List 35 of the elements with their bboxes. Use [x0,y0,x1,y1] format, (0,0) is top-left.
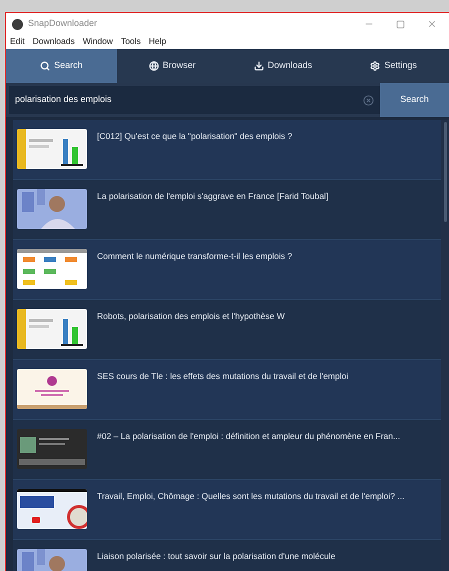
result-title: Comment le numérique transforme-t-il les emplois ? [97,250,292,263]
menu-item[interactable]: Window [82,35,113,48]
app-logo-icon [12,18,23,30]
search-icon [40,61,50,71]
search-field[interactable]: polarisation des emplois [9,86,380,114]
menu-item[interactable]: Edit [10,35,25,48]
scrollbar-thumb[interactable] [444,122,446,222]
result-title: Robots, polarisation des emplois et l'hypothèse W [97,310,285,323]
menu-item[interactable]: Help [148,35,166,48]
result-title: #02 – La polarisation de l'emploi : définition et ampleur du phénomène en Fran... [97,430,400,443]
result-row[interactable]: Liaison polarisée : tout savoir sur la polarisation d'une molécule [13,540,441,571]
menu-item[interactable]: Downloads [32,35,75,48]
window-title: SnapDownloader [28,17,98,30]
result-row[interactable]: Robots, polarisation des emplois et l'hypothèse W [13,300,441,360]
result-row[interactable]: La polarisation de l'emploi s'aggrave en France [Farid Toubal] [13,180,441,240]
close-icon[interactable] [427,19,437,29]
menu-item[interactable]: Tools [120,35,141,48]
settings-icon [370,61,380,71]
result-row[interactable]: [C012] Qu'est ce que la "polarisation" des emplois ? [13,120,441,180]
result-row[interactable]: #02 – La polarisation de l'emploi : définition et ampleur du phénomène en Fran... [13,420,441,480]
tab[interactable]: Search [6,49,117,83]
download-icon [254,61,264,71]
result-title: La polarisation de l'emploi s'aggrave en France [Farid Toubal] [97,190,328,203]
result-row[interactable]: SES cours de Tle : les effets des mutations du travail et de l'emploi [13,360,441,420]
result-title: Liaison polarisée : tout savoir sur la polarisation d'une molécule [97,550,336,563]
search-button[interactable]: Search [380,83,449,117]
globe-icon [148,61,159,71]
search-input: polarisation des emplois [15,93,363,107]
result-row[interactable]: Travail, Emploi, Chômage : Quelles sont les mutations du travail et de l'emploi? ... [13,480,441,540]
clear-icon[interactable] [363,94,374,106]
maximize-icon[interactable] [396,20,405,28]
result-title: SES cours de Tle : les effets des mutations du travail et de l'emploi [97,370,348,383]
result-title: [C012] Qu'est ce que la "polarisation" des emplois ? [97,130,292,143]
result-title: Travail, Emploi, Chômage : Quelles sont les mutations du travail et de l'emploi? ... [97,490,404,503]
result-row[interactable]: Comment le numérique transforme-t-il les emplois ? [13,240,441,300]
